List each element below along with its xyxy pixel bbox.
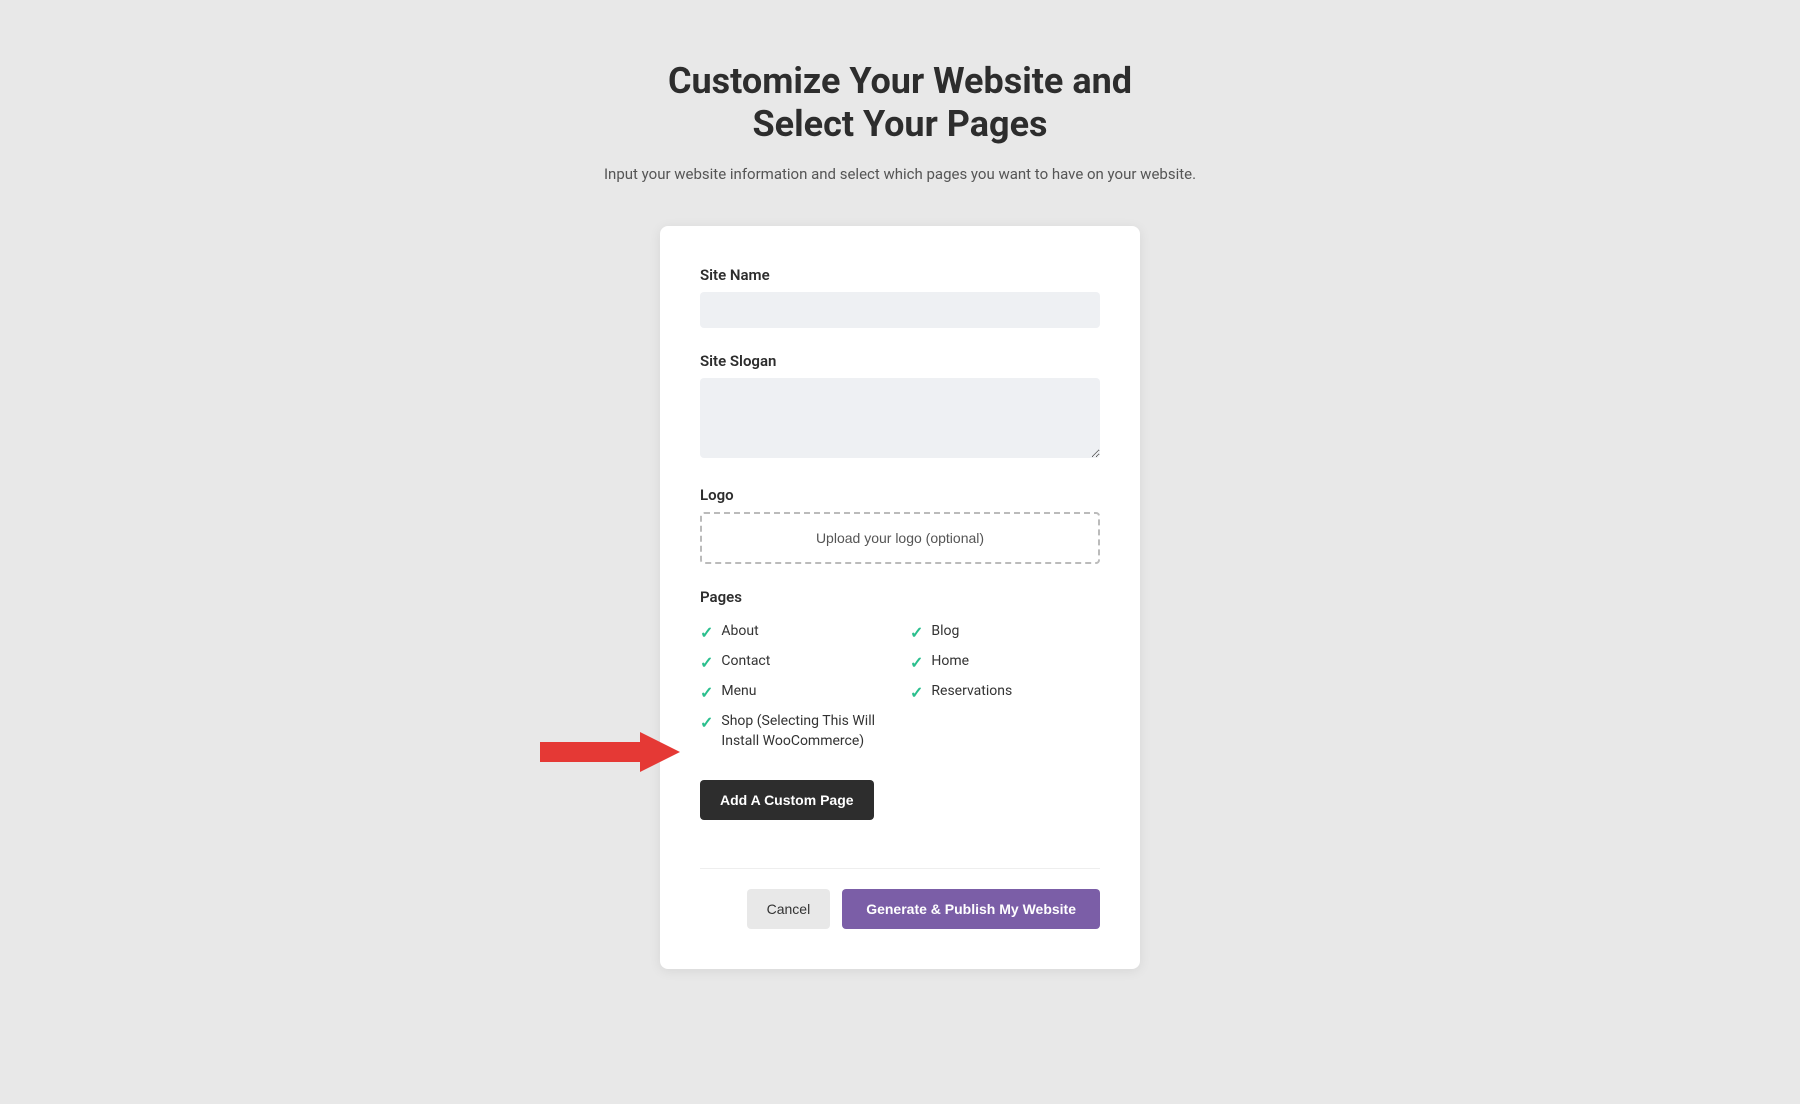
logo-label: Logo [700, 486, 1100, 504]
site-slogan-input[interactable] [700, 378, 1100, 458]
checkmark-blog: ✓ [910, 623, 923, 642]
site-name-input[interactable] [700, 292, 1100, 328]
arrow-wrapper [540, 732, 680, 772]
checkmark-about: ✓ [700, 623, 713, 642]
page-label-contact: Contact [721, 652, 770, 672]
page-subtitle: Input your website information and selec… [604, 162, 1196, 186]
checkmark-shop: ✓ [700, 713, 713, 732]
site-slogan-field: Site Slogan [700, 352, 1100, 462]
cancel-button[interactable]: Cancel [747, 889, 831, 929]
page-label-home: Home [931, 652, 969, 672]
logo-upload-button[interactable]: Upload your logo (optional) [700, 512, 1100, 564]
page-item-shop[interactable]: ✓ Shop (Selecting This Will Install WooC… [700, 712, 890, 751]
pages-label: Pages [700, 588, 1100, 606]
site-name-field: Site Name [700, 266, 1100, 328]
page-label-reservations: Reservations [931, 682, 1012, 702]
red-arrow-icon [540, 732, 680, 772]
page-title: Customize Your Website and Select Your P… [604, 60, 1196, 146]
checkmark-reservations: ✓ [910, 683, 923, 702]
checkmark-menu: ✓ [700, 683, 713, 702]
page-item-contact[interactable]: ✓ Contact [700, 652, 890, 672]
page-label-about: About [721, 622, 758, 642]
page-header: Customize Your Website and Select Your P… [604, 60, 1196, 186]
page-label-shop: Shop (Selecting This Will Install WooCom… [721, 712, 890, 751]
page-item-menu[interactable]: ✓ Menu [700, 682, 890, 702]
add-custom-page-button[interactable]: Add A Custom Page [700, 780, 874, 820]
checkmark-home: ✓ [910, 653, 923, 672]
main-card: Site Name Site Slogan Logo Upload your l… [660, 226, 1140, 968]
pages-field: Pages ✓ About ✓ Blog ✓ Contact ✓ Home [700, 588, 1100, 843]
page-item-reservations[interactable]: ✓ Reservations [910, 682, 1100, 702]
site-slogan-label: Site Slogan [700, 352, 1100, 370]
page-label-menu: Menu [721, 682, 756, 702]
page-item-about[interactable]: ✓ About [700, 622, 890, 642]
pages-grid: ✓ About ✓ Blog ✓ Contact ✓ Home ✓ Menu [700, 622, 1100, 751]
checkmark-contact: ✓ [700, 653, 713, 672]
site-name-label: Site Name [700, 266, 1100, 284]
page-label-blog: Blog [931, 622, 959, 642]
generate-button[interactable]: Generate & Publish My Website [842, 889, 1100, 929]
page-item-blog[interactable]: ✓ Blog [910, 622, 1100, 642]
page-item-home[interactable]: ✓ Home [910, 652, 1100, 672]
logo-field: Logo Upload your logo (optional) [700, 486, 1100, 564]
footer-actions: Cancel Generate & Publish My Website [700, 868, 1100, 929]
